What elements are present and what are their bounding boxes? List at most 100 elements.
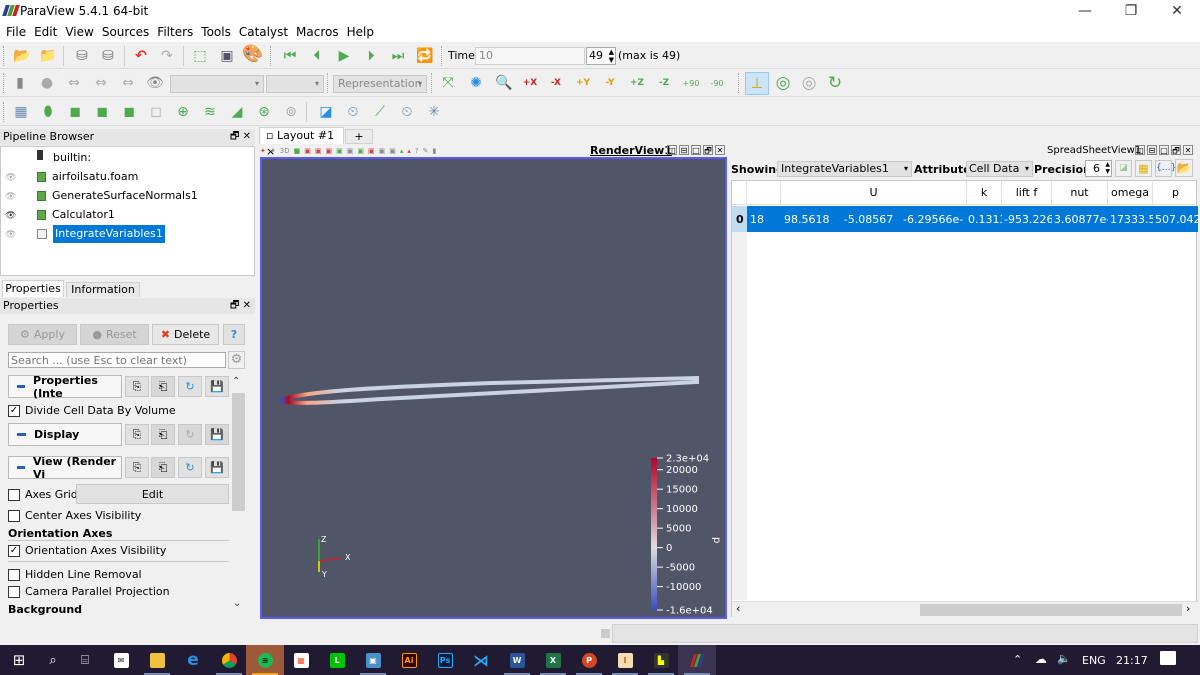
delete-button[interactable]: ✖ Delete xyxy=(152,324,219,345)
reset-button[interactable]: ● Reset xyxy=(80,324,149,345)
plot-selection-over-time-icon[interactable]: ⏲ xyxy=(397,102,417,122)
color-palette-icon[interactable]: 🎨 xyxy=(242,44,263,64)
column-header-omega[interactable]: omega xyxy=(1108,181,1153,205)
show-color-legend-icon[interactable]: ▮ xyxy=(10,73,30,93)
hover-points-icon[interactable]: ▴ xyxy=(400,147,404,155)
taskbar-photoshop[interactable]: Ps xyxy=(426,645,464,675)
axes-grid-edit-button[interactable]: Edit xyxy=(76,484,229,504)
clip-icon[interactable]: ◼ xyxy=(65,102,85,122)
scrollbar-thumb[interactable] xyxy=(920,604,1182,616)
spin-arrows-icon[interactable]: ▲ ▼ xyxy=(1105,161,1110,175)
properties-section-toggle[interactable]: Properties (Inte xyxy=(8,374,122,400)
plot-over-line-icon[interactable]: ⟋ xyxy=(370,102,390,122)
select-points-frustum-icon[interactable]: ▣ xyxy=(336,147,343,155)
set-view-plus-z-icon[interactable]: +Z xyxy=(627,73,647,93)
menu-tools[interactable]: Tools xyxy=(197,25,235,39)
properties-scrollbar[interactable]: ⌃ ⌄ xyxy=(231,376,245,611)
screenshot-icon[interactable]: ▣ xyxy=(217,46,237,66)
start-button[interactable]: ⊞ xyxy=(0,645,38,675)
float-close-icon[interactable]: 🗗 ✕ xyxy=(230,298,251,314)
taskbar-app-yellow[interactable]: ▙ xyxy=(642,645,680,675)
taskbar-spotify[interactable]: ≋ xyxy=(246,645,284,675)
save-data-icon[interactable]: ⬚ xyxy=(190,46,210,66)
restore-button[interactable]: ❐ xyxy=(1108,0,1154,22)
column-header-U[interactable]: U xyxy=(781,181,967,205)
time-index-spinbox[interactable]: 49 ▲ ▼ xyxy=(586,47,616,65)
table-cell[interactable]: -5.08567 xyxy=(837,206,897,232)
split-vertical-icon[interactable]: ⊟ xyxy=(679,145,689,155)
undock-icon[interactable]: 🗗 xyxy=(1171,145,1181,155)
tray-overflow-icon[interactable]: ⌃ xyxy=(1013,653,1022,666)
toggle-3d-button[interactable]: 3D xyxy=(280,147,290,155)
taskbar-line[interactable]: L xyxy=(318,645,356,675)
pipeline-item-generate-surface-normals[interactable]: GenerateSurfaceNormals1 xyxy=(37,187,198,205)
restore-defaults-icon[interactable]: ↻ xyxy=(178,376,202,397)
tab-information[interactable]: Information xyxy=(66,282,140,297)
tab-properties[interactable]: Properties xyxy=(2,280,64,297)
reset-center-icon[interactable]: ◎ xyxy=(773,73,793,93)
select-icon[interactable]: ✦ xyxy=(270,147,276,155)
clear-selection-icon[interactable]: ✎ xyxy=(423,147,429,155)
set-view-plus-y-icon[interactable]: +Y xyxy=(573,73,593,93)
split-horizontal-icon[interactable]: ◫ xyxy=(667,145,677,155)
spin-arrows-icon[interactable]: ▲ ▼ xyxy=(609,48,614,64)
close-view-icon[interactable]: ✕ xyxy=(1183,145,1193,155)
rescale-custom-icon[interactable]: ⇔ xyxy=(91,73,111,93)
show-only-selected-icon[interactable]: ◪ xyxy=(1115,160,1132,177)
loop-icon[interactable]: 🔁 xyxy=(415,46,435,66)
select-cells-on-icon[interactable]: ▣ xyxy=(304,147,311,155)
plot-over-time-icon[interactable]: ⏲ xyxy=(343,102,363,122)
group-datasets-icon[interactable]: ⊛ xyxy=(254,102,274,122)
python-shell-toggle-icon[interactable] xyxy=(601,629,610,638)
undo-icon[interactable]: ↶ xyxy=(131,46,151,66)
close-button[interactable]: ✕ xyxy=(1154,0,1200,22)
column-header-k[interactable]: k xyxy=(967,181,1002,205)
extract-subset-icon[interactable]: ◻ xyxy=(146,102,166,122)
table-cell[interactable]: 507.042 xyxy=(1153,206,1198,232)
toggle-field-data-icon[interactable]: {…} xyxy=(1155,160,1176,177)
table-cell[interactable]: 17333.5 xyxy=(1108,206,1153,232)
volume-icon[interactable]: 🔈 xyxy=(1057,652,1071,665)
split-vertical-icon[interactable]: ⊟ xyxy=(1147,145,1157,155)
select-points-on-icon[interactable]: ▣ xyxy=(315,147,322,155)
scrollbar-thumb[interactable] xyxy=(232,393,245,511)
pipeline-item-calculator[interactable]: Calculator1 xyxy=(37,206,115,224)
taskbar-app-orange[interactable]: I xyxy=(606,645,644,675)
select-block-icon[interactable]: ▣ xyxy=(347,147,354,155)
menu-catalyst[interactable]: Catalyst xyxy=(235,25,292,39)
find-data-icon[interactable]: ◪ xyxy=(316,102,336,122)
taskbar-illustrator[interactable]: Ai xyxy=(390,645,428,675)
set-view-plus-x-icon[interactable]: +X xyxy=(520,73,540,93)
time-value-field[interactable]: 10 xyxy=(475,47,585,65)
onedrive-cloud-icon[interactable]: ☁ xyxy=(1035,652,1047,666)
zoom-to-box-icon[interactable]: 🔍 xyxy=(494,73,514,93)
axes-grid-checkbox[interactable]: Axes Grid xyxy=(8,488,78,501)
action-center-icon[interactable] xyxy=(1160,651,1176,665)
copy-icon[interactable]: ⎘ xyxy=(125,376,149,397)
menu-edit[interactable]: Edit xyxy=(30,25,61,39)
column-header-lift-f[interactable]: lift f xyxy=(1002,181,1052,205)
warp-vector-icon[interactable]: ◢ xyxy=(227,102,247,122)
attribute-combo[interactable]: Cell Data ▾ xyxy=(966,161,1033,177)
first-frame-icon[interactable]: ⏮ xyxy=(280,46,300,66)
taskbar-mail[interactable]: ✉ xyxy=(102,645,140,675)
taskbar-store[interactable]: ▦ xyxy=(282,645,320,675)
paste-icon[interactable]: ⎗ xyxy=(151,376,175,397)
float-close-icon[interactable]: 🗗 ✕ xyxy=(230,129,251,145)
clock[interactable]: 21:17 xyxy=(1116,654,1148,667)
representation-combo[interactable]: Representation ▾ xyxy=(333,75,427,93)
column-header-nut[interactable]: nut xyxy=(1052,181,1108,205)
scroll-down-icon[interactable]: ⌄ xyxy=(233,598,241,609)
pipeline-item-airfoilsatu[interactable]: airfoilsatu.foam xyxy=(37,168,138,186)
visibility-eye-icon[interactable]: 👁 xyxy=(5,192,16,202)
scroll-right-icon[interactable]: › xyxy=(1186,602,1190,615)
language-indicator[interactable]: ENG xyxy=(1082,654,1106,667)
reset-camera-icon[interactable]: ⤧ xyxy=(438,73,458,93)
query-icon[interactable]: ? xyxy=(415,147,419,155)
scroll-left-icon[interactable]: ‹ xyxy=(736,602,740,615)
column-header-p[interactable]: p xyxy=(1153,181,1198,205)
table-cell[interactable]: -953.226 xyxy=(1002,206,1052,232)
precision-spinbox[interactable]: 6 ▲ ▼ xyxy=(1085,160,1112,177)
rescale-range-icon[interactable]: ⇔ xyxy=(64,73,84,93)
undock-icon[interactable]: 🗗 xyxy=(703,145,713,155)
